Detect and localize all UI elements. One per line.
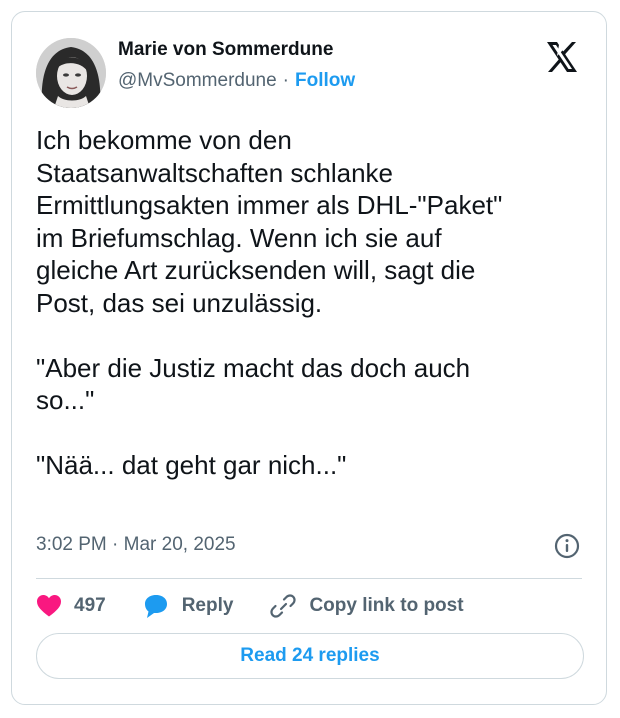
reply-label: Reply (181, 595, 234, 616)
follow-button[interactable]: Follow (295, 70, 355, 91)
author-handle-row: @MvSommerdune · Follow (118, 70, 355, 92)
divider (36, 578, 582, 579)
x-logo-icon[interactable] (544, 39, 580, 75)
copy-link-button[interactable]: Copy link to post (269, 593, 464, 619)
link-icon (270, 594, 297, 618)
avatar[interactable] (36, 38, 106, 108)
action-bar: 497 Reply Copy link to post (36, 586, 464, 626)
avatar-image (36, 38, 106, 108)
info-icon[interactable] (553, 532, 581, 560)
separator-dot: · (282, 70, 289, 91)
read-replies-button[interactable]: Read 24 replies (36, 633, 584, 679)
tweet-text: Ich bekomme von den Staatsanwaltschaften… (36, 125, 503, 480)
author-name[interactable]: Marie von Sommerdune (118, 39, 333, 61)
like-button[interactable]: 497 (36, 594, 106, 618)
like-count: 497 (74, 595, 106, 616)
read-replies-label: Read 24 replies (240, 645, 380, 666)
tweet-card: Marie von Sommerdune @MvSommerdune · Follo… (11, 11, 607, 705)
reply-button[interactable]: Reply (142, 593, 234, 619)
speech-bubble-icon (144, 595, 167, 618)
heart-icon (37, 595, 61, 617)
copy-link-label: Copy link to post (309, 595, 464, 616)
author-handle[interactable]: @MvSommerdune (118, 70, 277, 91)
tweet-timestamp[interactable]: 3:02 PM · Mar 20, 2025 (36, 534, 236, 556)
